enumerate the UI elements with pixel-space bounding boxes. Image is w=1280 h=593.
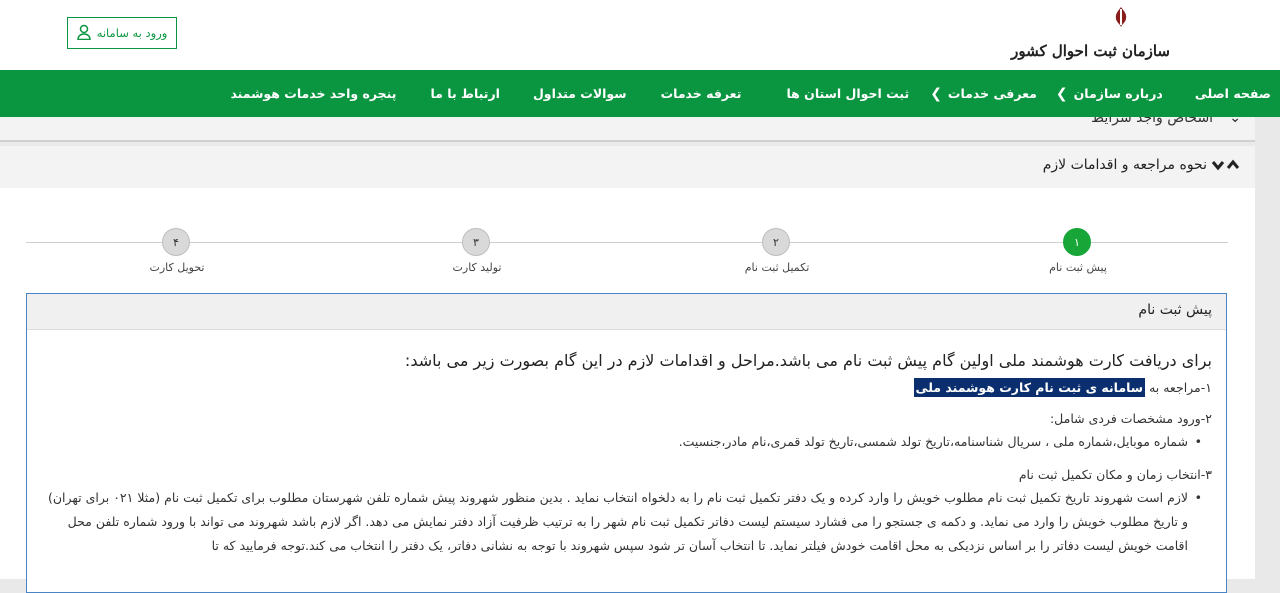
- site-header: ورود به سامانه سازمان ثبت احوال کشور: [0, 0, 1280, 70]
- step-number: ۲: [773, 235, 779, 249]
- step-number: ۱: [1074, 235, 1080, 249]
- main-nav: صفحه اصلی درباره سازمان ❯ معرفی خدمات ❯ …: [0, 70, 1280, 117]
- nav-item-contact[interactable]: ارتباط با ما: [430, 86, 499, 101]
- nav-item-home[interactable]: صفحه اصلی: [1195, 86, 1271, 101]
- accordion-eligible-label: اشخاص واجد شرایط: [1091, 117, 1214, 126]
- nav-item-label: درباره سازمان: [1073, 86, 1163, 101]
- organization-logo[interactable]: سازمان ثبت احوال کشور: [1011, 6, 1180, 64]
- login-button[interactable]: ورود به سامانه: [67, 17, 177, 49]
- nav-item-label: ارتباط با ما: [430, 86, 500, 101]
- emblem-icon: [1115, 7, 1127, 27]
- panel-intro: برای دریافت کارت هوشمند ملی اولین گام پی…: [404, 351, 1212, 370]
- step3-title: ۳-انتخاب زمان و مکان تکمیل ثبت نام: [1018, 467, 1212, 482]
- step3-bullet: لازم است شهروند تاریخ تکمیل ثبت نام مطلو…: [41, 486, 1202, 558]
- nav-item-label: صفحه اصلی: [1194, 86, 1271, 101]
- panel-header: پیش ثبت نام: [27, 294, 1226, 330]
- nav-item-smart-services[interactable]: پنجره واحد خدمات هوشمند: [230, 86, 396, 101]
- step-4-circle[interactable]: ۴: [162, 228, 190, 256]
- stepper-line: [26, 242, 1228, 243]
- nav-item-tariffs[interactable]: تعرفه خدمات: [661, 86, 742, 101]
- accordion-title: ⌄⌃ اشخاص واجد شرایط: [1091, 117, 1245, 126]
- step-number: ۳: [473, 235, 479, 249]
- chevron-toggle-icon: [1211, 159, 1240, 171]
- step-3-circle[interactable]: ۳: [462, 228, 490, 256]
- nav-item-faq[interactable]: سوالات متداول: [533, 86, 627, 101]
- nav-item-provinces[interactable]: ثبت احوال استان ها: [786, 86, 909, 101]
- nav-item-label: سوالات متداول: [532, 86, 627, 101]
- step-2-label[interactable]: تکمیل ثبت نام: [745, 261, 810, 274]
- nav-item-about[interactable]: درباره سازمان ❯: [1056, 86, 1163, 102]
- panel-title: پیش ثبت نام: [1138, 302, 1212, 318]
- registration-system-link[interactable]: سامانه ی ثبت نام کارت هوشمند ملی: [913, 378, 1146, 397]
- step2-title: ۲-ورود مشخصات فردی شامل:: [1049, 411, 1212, 426]
- step-2-circle[interactable]: ۲: [762, 228, 790, 256]
- step-3-label[interactable]: تولید کارت: [453, 261, 502, 274]
- procedure-content: ۱ پیش ثبت نام ۲ تکمیل ثبت نام ۳ تولید کا…: [0, 188, 1255, 593]
- step1-prefix: ۱-مراجعه به: [1149, 380, 1212, 395]
- nav-item-label: پنجره واحد خدمات هوشمند: [230, 86, 397, 101]
- nav-item-label: معرفی خدمات: [947, 86, 1037, 101]
- accordion-title: نحوه مراجعه و اقدامات لازم: [1043, 157, 1241, 173]
- logo-caption: سازمان ثبت احوال کشور: [1011, 42, 1170, 60]
- step2-bullet: شماره موبایل،شماره ملی ، سریال شناسنامه،…: [41, 434, 1202, 449]
- nav-item-label: ثبت احوال استان ها: [786, 86, 910, 101]
- step-4-label[interactable]: تحویل کارت: [150, 261, 205, 274]
- step-1-label[interactable]: پیش ثبت نام: [1049, 261, 1107, 274]
- user-icon: [76, 24, 91, 43]
- nav-item-services[interactable]: معرفی خدمات ❯: [930, 86, 1037, 102]
- accordion-procedure-label: نحوه مراجعه و اقدامات لازم: [1042, 157, 1207, 173]
- panel-body: برای دریافت کارت هوشمند ملی اولین گام پی…: [27, 350, 1226, 558]
- chevron-pair-icon: ⌄⌃: [1217, 117, 1245, 126]
- step-1-circle[interactable]: ۱: [1063, 228, 1091, 256]
- accordion-eligible[interactable]: ⌄⌃ اشخاص واجد شرایط: [0, 117, 1255, 142]
- step1-text: ۱-مراجعه به سامانه ی ثبت نام کارت هوشمند…: [41, 378, 1212, 397]
- accordion-procedure[interactable]: نحوه مراجعه و اقدامات لازم: [0, 146, 1255, 189]
- chevron-left-icon: ❯: [1055, 85, 1068, 102]
- nav-item-label: تعرفه خدمات: [660, 86, 742, 101]
- chevron-left-icon: ❯: [930, 85, 942, 102]
- step-panel: پیش ثبت نام برای دریافت کارت هوشمند ملی …: [26, 293, 1227, 593]
- step-number: ۴: [173, 235, 179, 249]
- login-button-label: ورود به سامانه: [96, 26, 168, 40]
